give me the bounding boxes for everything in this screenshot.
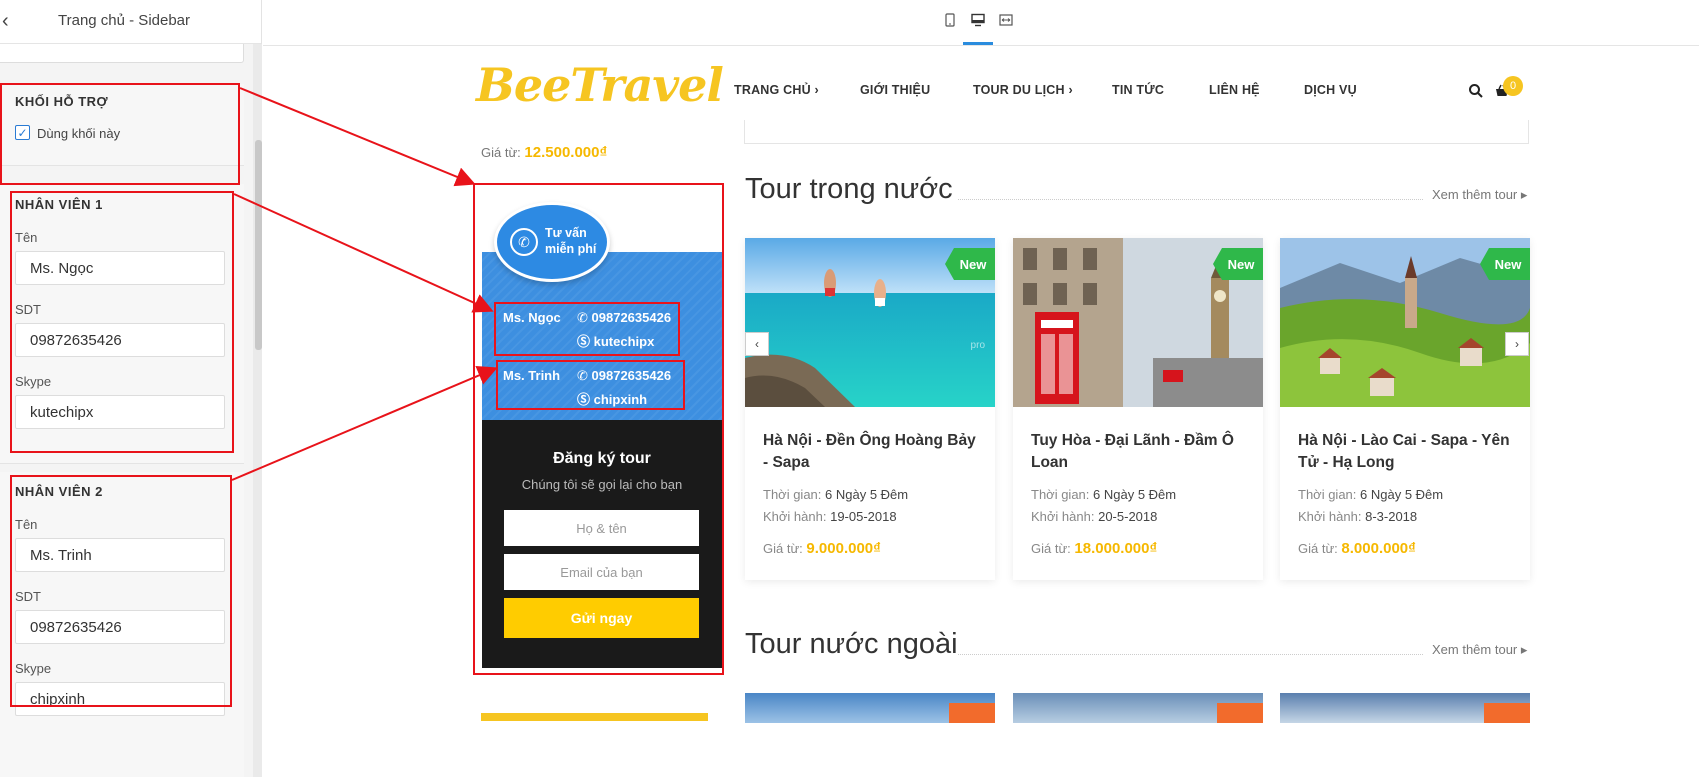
nav-home[interactable]: TRANG CHỦ › <box>734 83 819 97</box>
price-amount: 18.000.000₫ <box>1074 540 1158 557</box>
tour-card-1-duration: Thời gian: 6 Ngày 5 Đêm <box>763 487 908 502</box>
tour-card-2-title[interactable]: Tuy Hòa - Đại Lãnh - Đầm Ô Loan <box>1031 430 1251 474</box>
chevron-left-icon: ‹ <box>755 337 759 351</box>
departure-value: 19-05-2018 <box>830 509 897 524</box>
price-amount: 9.000.000₫ <box>806 540 881 557</box>
foreign-divider <box>958 654 1423 655</box>
active-device-indicator <box>963 42 993 45</box>
site-logo[interactable]: BeeTravel <box>476 58 724 112</box>
previous-field-stub <box>0 44 244 63</box>
tour-card-1-title[interactable]: Hà Nội - Đền Ông Hoàng Bảy - Sapa <box>763 430 983 474</box>
annotation-box-staff1 <box>10 191 234 453</box>
arrow-staff1-to-output <box>233 193 494 313</box>
tour-card-3-duration: Thời gian: 6 Ngày 5 Đêm <box>1298 487 1443 502</box>
tour-card-1-departure: Khởi hành: 19-05-2018 <box>763 509 897 524</box>
tour-card-3-image[interactable]: New <box>1280 238 1530 407</box>
domestic-see-more-link[interactable]: Xem thêm tour ▸ <box>1432 187 1527 203</box>
tour-card-3[interactable]: New Hà Nội - Lào Cai - Sapa - Yên Tử - H… <box>1280 238 1530 580</box>
carousel-prev-button[interactable]: ‹ <box>745 332 769 356</box>
chevron-right-icon: ▸ <box>1520 642 1528 657</box>
nav-services[interactable]: DỊCH VỤ <box>1304 83 1357 97</box>
tour-card-2-price: Giá từ: 18.000.000₫ <box>1031 540 1157 557</box>
nav-news[interactable]: TIN TỨC <box>1112 83 1164 97</box>
price-label: Giá từ: <box>1031 541 1071 556</box>
fullwidth-device-icon[interactable] <box>999 13 1013 27</box>
tour-card-1-image[interactable]: pro New <box>745 238 995 407</box>
nav-about[interactable]: GIỚI THIỆU <box>860 83 930 97</box>
svg-text:pro: pro <box>971 340 986 351</box>
foreign-card-1-badge <box>949 703 995 723</box>
desktop-device-icon[interactable] <box>971 13 985 27</box>
tour-card-1[interactable]: pro New Hà Nội - Đền Ông Hoàng Bảy - Sap… <box>745 238 995 580</box>
foreign-card-3-badge <box>1484 703 1530 723</box>
tour-card-2[interactable]: New Tuy Hòa - Đại Lãnh - Đầm Ô Loan Thời… <box>1013 238 1263 580</box>
tour-card-2-badge: New <box>1213 248 1263 280</box>
tour-card-3-badge: New <box>1480 248 1530 280</box>
tour-card-2-duration: Thời gian: 6 Ngày 5 Đêm <box>1031 487 1176 502</box>
search-icon[interactable] <box>1468 83 1484 99</box>
nav-contact[interactable]: LIÊN HỆ <box>1209 83 1260 97</box>
price-value: 12.500.000₫ <box>524 144 608 161</box>
duration-value: 6 Ngày 5 Đêm <box>1093 487 1177 502</box>
duration-value: 6 Ngày 5 Đêm <box>1360 487 1444 502</box>
duration-label: Thời gian: <box>1298 487 1357 502</box>
price-label: Giá từ: <box>1298 541 1338 556</box>
foreign-card-1-preview[interactable] <box>745 693 995 723</box>
cart-count-badge: 0 <box>1503 76 1523 96</box>
annotation-box-staff2-output <box>496 360 685 410</box>
tour-card-3-title[interactable]: Hà Nội - Lào Cai - Sapa - Yên Tử - Hạ Lo… <box>1298 430 1518 474</box>
annotation-box-support-widget <box>473 183 724 675</box>
domestic-section-title: Tour trong nước <box>745 173 953 205</box>
price-amount: 8.000.000₫ <box>1341 540 1416 557</box>
back-arrow-icon[interactable]: ‹ <box>2 10 9 33</box>
departure-value: 8-3-2018 <box>1365 509 1418 524</box>
arrow-staff2-to-output <box>231 366 498 481</box>
tour-card-2-departure: Khởi hành: 20-5-2018 <box>1031 509 1157 524</box>
duration-label: Thời gian: <box>1031 487 1090 502</box>
chevron-right-icon: ▸ <box>1520 187 1528 202</box>
annotation-box-staff2 <box>10 475 232 707</box>
nav-home-label: TRANG CHỦ <box>734 83 811 97</box>
foreign-section-title: Tour nước ngoài <box>745 628 958 660</box>
sidebar-title: Trang chủ - Sidebar <box>58 12 191 29</box>
departure-label: Khởi hành: <box>1298 509 1362 524</box>
annotation-box-support-block <box>0 83 240 185</box>
departure-label: Khởi hành: <box>763 509 827 524</box>
departure-value: 20-5-2018 <box>1098 509 1158 524</box>
foreign-see-more-link[interactable]: Xem thêm tour ▸ <box>1432 642 1527 658</box>
domestic-divider <box>958 199 1423 200</box>
tour-card-1-price: Giá từ: 9.000.000₫ <box>763 540 881 557</box>
chevron-right-icon: › <box>814 83 819 97</box>
domestic-see-more-text: Xem thêm tour <box>1432 187 1518 202</box>
foreign-card-3-preview[interactable] <box>1280 693 1530 723</box>
next-widget-stub <box>481 713 708 721</box>
price-label: Giá từ: <box>763 541 803 556</box>
nav-tours-label: TOUR DU LỊCH <box>973 83 1065 97</box>
tour-card-3-departure: Khởi hành: 8-3-2018 <box>1298 509 1417 524</box>
foreign-card-2-preview[interactable] <box>1013 693 1263 723</box>
nav-tours[interactable]: TOUR DU LỊCH › <box>973 83 1073 97</box>
mobile-device-icon[interactable] <box>943 13 957 27</box>
foreign-see-more-text: Xem thêm tour <box>1432 642 1518 657</box>
tour-card-2-image[interactable]: New <box>1013 238 1263 407</box>
prev-tour-price: Giá từ: 12.500.000₫ <box>481 144 607 161</box>
sidebar-header: ‹ Trang chủ - Sidebar <box>0 0 261 44</box>
carousel-next-button[interactable]: › <box>1505 332 1529 356</box>
chevron-right-icon: › <box>1515 337 1519 351</box>
prev-box-stub <box>744 120 1529 144</box>
foreign-card-2-badge <box>1217 703 1263 723</box>
duration-value: 6 Ngày 5 Đêm <box>825 487 909 502</box>
departure-label: Khởi hành: <box>1031 509 1095 524</box>
annotation-box-staff1-output <box>494 302 680 356</box>
duration-label: Thời gian: <box>763 487 822 502</box>
arrow-support-to-widget <box>239 87 476 187</box>
sidebar-scrollbar-thumb[interactable] <box>255 140 262 350</box>
tour-card-3-price: Giá từ: 8.000.000₫ <box>1298 540 1416 557</box>
chevron-right-icon: › <box>1068 83 1073 97</box>
tour-card-1-badge: New <box>945 248 995 280</box>
price-prefix: Giá từ: <box>481 145 521 160</box>
